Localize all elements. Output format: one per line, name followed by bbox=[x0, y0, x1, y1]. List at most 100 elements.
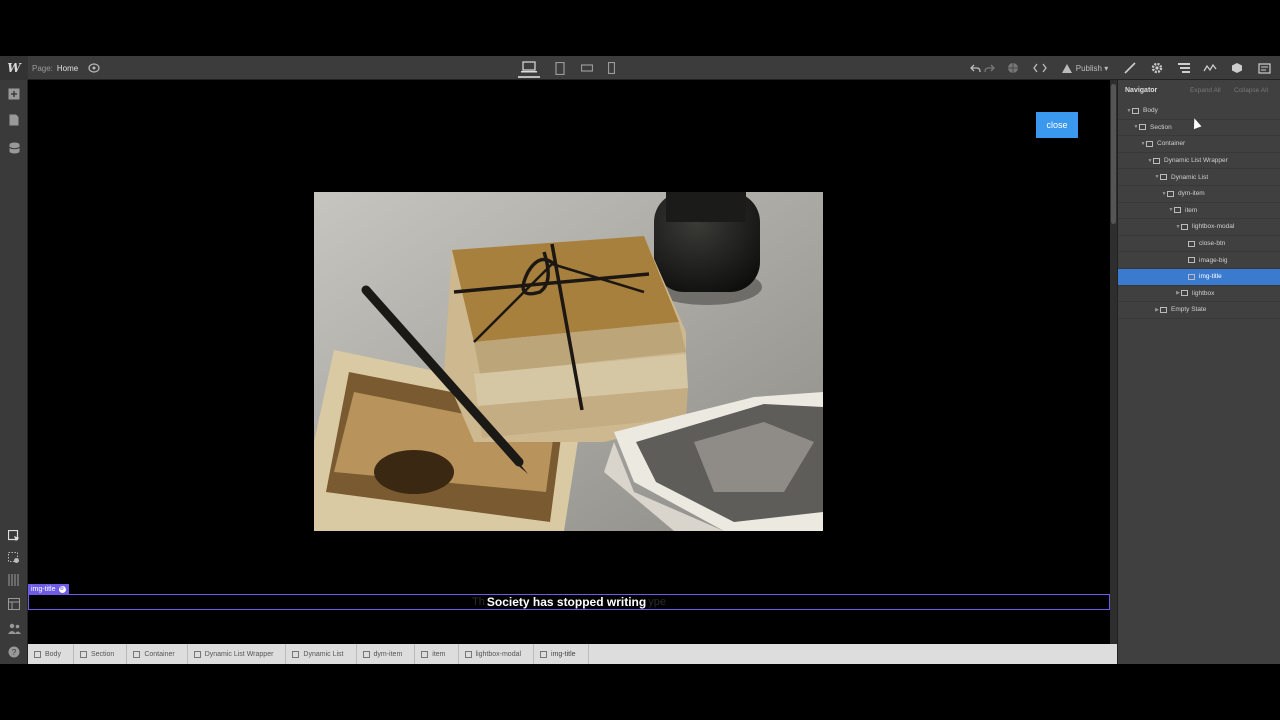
breadcrumb-item[interactable]: Section bbox=[74, 644, 128, 664]
element-type-icon bbox=[1188, 257, 1195, 264]
navigator-node[interactable]: ▼ Container bbox=[1118, 136, 1280, 153]
element-type-icon bbox=[1139, 124, 1146, 131]
breadcrumb-item[interactable]: dym-item bbox=[357, 644, 416, 664]
navigator-node-label: item bbox=[1185, 206, 1198, 214]
letters-and-photos-image bbox=[314, 192, 823, 531]
layout-icon[interactable] bbox=[6, 596, 22, 612]
element-type-icon bbox=[1181, 223, 1188, 230]
tag-settings-icon[interactable]: ⚙ bbox=[58, 585, 66, 593]
navigator-node-label: img-title bbox=[1199, 273, 1222, 281]
page-prefix: Page: bbox=[32, 63, 53, 73]
mobile-portrait-breakpoint-icon[interactable] bbox=[600, 58, 622, 78]
collapse-all-link[interactable]: Collapse All bbox=[1234, 87, 1268, 94]
assets-icon[interactable] bbox=[1254, 56, 1274, 80]
breadcrumb-item[interactable]: Dynamic List Wrapper bbox=[188, 644, 287, 664]
svg-text:?: ? bbox=[12, 648, 17, 657]
navigator-node[interactable]: ▼ Dynamic List bbox=[1118, 169, 1280, 186]
img-title-ghost-right: ype bbox=[648, 596, 666, 608]
breadcrumb-item[interactable]: Body bbox=[28, 644, 74, 664]
navigator-title: Navigator bbox=[1125, 87, 1158, 94]
breadcrumb-item[interactable]: lightbox-modal bbox=[459, 644, 535, 664]
breadcrumb-label: lightbox-modal bbox=[475, 650, 522, 658]
xray-select-icon[interactable] bbox=[6, 550, 22, 566]
breadcrumb-item[interactable]: Container bbox=[127, 644, 188, 664]
navigator-node-label: lightbox-modal bbox=[1192, 223, 1235, 231]
breadcrumb-label: Dynamic List bbox=[303, 650, 344, 658]
select-element-icon[interactable] bbox=[6, 528, 22, 544]
page-name: Home bbox=[56, 63, 79, 73]
navigator-node[interactable]: ▶ lightbox bbox=[1118, 286, 1280, 303]
navigator-node[interactable]: ▼ Dynamic List Wrapper bbox=[1118, 153, 1280, 170]
webflow-logo[interactable]: W bbox=[0, 56, 28, 80]
preview-eye-icon[interactable] bbox=[86, 56, 102, 80]
img-title-element[interactable]: Th Society has stopped writing ype bbox=[28, 594, 1110, 610]
element-type-icon bbox=[540, 650, 548, 658]
pages-icon[interactable] bbox=[6, 112, 22, 128]
navigator-node[interactable]: ▼ Body bbox=[1118, 103, 1280, 120]
cms-box-icon[interactable] bbox=[1228, 56, 1246, 80]
element-type-icon bbox=[133, 650, 141, 658]
navigator-node[interactable]: close-btn bbox=[1118, 236, 1280, 253]
globe-icon[interactable] bbox=[1005, 56, 1021, 80]
publish-button[interactable]: Publish ▾ bbox=[1056, 56, 1114, 80]
code-icon[interactable] bbox=[1031, 56, 1049, 80]
help-icon[interactable]: ? bbox=[6, 644, 22, 660]
scrollbar-thumb[interactable] bbox=[1111, 84, 1116, 224]
breadcrumb-label: item bbox=[432, 650, 446, 658]
navigator-node[interactable]: ▶ Empty State bbox=[1118, 302, 1280, 319]
publish-label: Publish ▾ bbox=[1075, 63, 1109, 73]
breadcrumb: Body Section Container Dynamic List Wrapper… bbox=[28, 644, 1117, 664]
element-type-icon bbox=[79, 650, 87, 658]
element-type-icon bbox=[34, 650, 41, 658]
redo-icon[interactable] bbox=[982, 56, 996, 80]
canvas-scrollbar[interactable] bbox=[1110, 80, 1117, 644]
navigator-node[interactable]: image-big bbox=[1118, 252, 1280, 269]
navigator-icon[interactable] bbox=[1174, 56, 1194, 80]
img-title-text[interactable]: Society has stopped writing bbox=[487, 595, 646, 609]
grid-guides-icon[interactable] bbox=[6, 572, 22, 588]
breadcrumb-label: img-title bbox=[551, 650, 576, 658]
navigator-node[interactable]: ▼ dym-item bbox=[1118, 186, 1280, 203]
image-big[interactable] bbox=[314, 192, 823, 531]
webflow-designer: W Page: Home Publish ▾ ? close img-title… bbox=[0, 56, 1280, 664]
navigator-node-label: Section bbox=[1150, 123, 1172, 131]
breadcrumb-item[interactable]: Dynamic List bbox=[286, 644, 357, 664]
navigator-node-label: lightbox bbox=[1192, 289, 1215, 297]
page-selector[interactable]: Page: Home bbox=[32, 56, 78, 80]
element-type-icon bbox=[292, 650, 300, 658]
mobile-landscape-breakpoint-icon[interactable] bbox=[576, 58, 598, 78]
publish-icon bbox=[1061, 63, 1072, 73]
navigator-node[interactable]: img-title bbox=[1118, 268, 1280, 286]
element-type-icon bbox=[1160, 306, 1167, 313]
img-title-ghost-left: Th bbox=[472, 596, 485, 608]
navigator-node-label: close-btn bbox=[1199, 240, 1226, 248]
top-bar: W Page: Home Publish ▾ bbox=[0, 56, 1280, 80]
navigator-panel: Navigator Expand All Collapse All ▼ Body ▼… bbox=[1117, 80, 1280, 664]
breadcrumb-item[interactable]: item bbox=[415, 644, 459, 664]
breadcrumb-item[interactable]: img-title bbox=[534, 644, 589, 664]
desktop-breakpoint-icon[interactable] bbox=[518, 58, 540, 78]
element-type-icon bbox=[1160, 174, 1167, 181]
breadcrumb-label: Container bbox=[144, 650, 175, 658]
close-button[interactable]: close bbox=[1036, 112, 1078, 138]
style-brush-icon[interactable] bbox=[1121, 56, 1139, 80]
selection-tag[interactable]: img-title ⚙ bbox=[28, 584, 69, 594]
gear-icon[interactable] bbox=[1148, 56, 1166, 80]
navigator-node-label: dym-item bbox=[1178, 190, 1205, 198]
cms-database-icon[interactable] bbox=[6, 140, 22, 156]
breadcrumb-label: Section bbox=[90, 650, 115, 658]
navigator-node[interactable]: ▼ lightbox-modal bbox=[1118, 219, 1280, 236]
users-icon[interactable] bbox=[6, 620, 22, 636]
element-type-icon bbox=[464, 650, 472, 658]
navigator-node[interactable]: ▼ item bbox=[1118, 203, 1280, 220]
interactions-icon[interactable] bbox=[1200, 56, 1220, 80]
tablet-breakpoint-icon[interactable] bbox=[549, 58, 571, 78]
navigator-tree: ▼ Body ▼ Section ▼ Container ▼ Dynamic List Wra… bbox=[1118, 103, 1280, 319]
add-element-icon[interactable] bbox=[6, 86, 22, 102]
navigator-node-label: Container bbox=[1157, 140, 1186, 148]
navigator-node-label: Dynamic List bbox=[1171, 173, 1209, 181]
undo-icon[interactable] bbox=[968, 56, 982, 80]
element-type-icon bbox=[1188, 240, 1195, 247]
design-canvas[interactable]: close img-title ⚙ Th Society has stopped… bbox=[28, 80, 1110, 644]
expand-all-link[interactable]: Expand All bbox=[1190, 87, 1221, 94]
